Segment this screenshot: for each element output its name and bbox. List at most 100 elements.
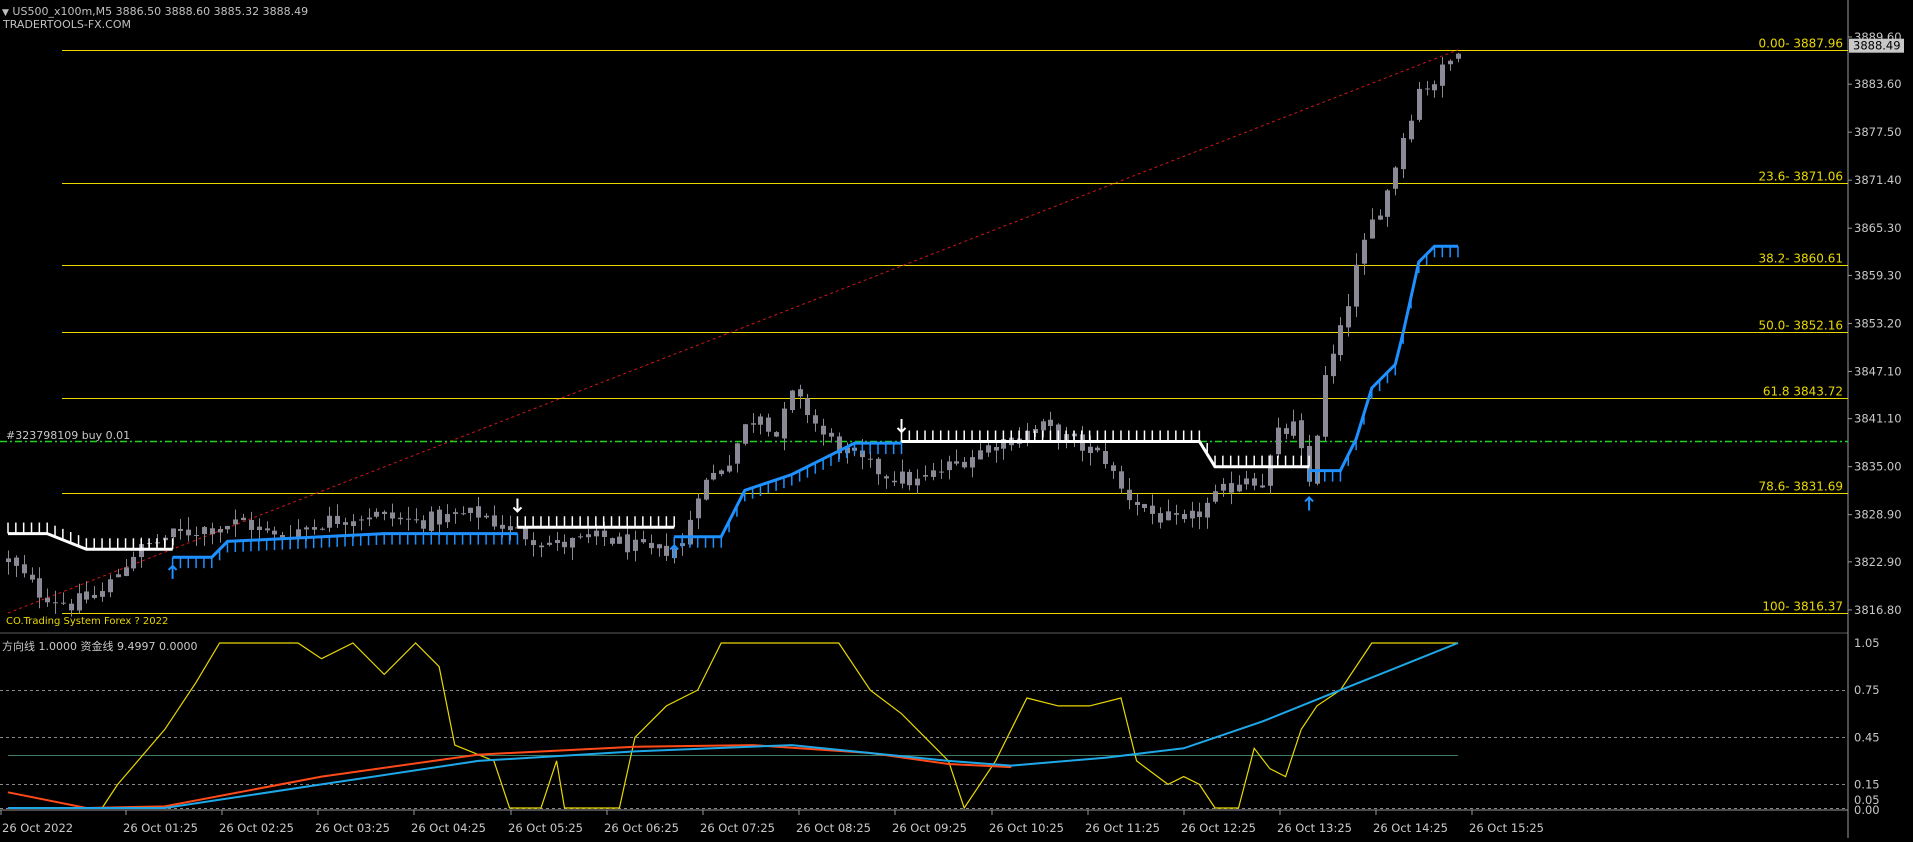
- price-tick-label: 3853.20: [1854, 316, 1902, 330]
- candle-body: [367, 517, 372, 520]
- candle-body: [1111, 465, 1116, 471]
- price-tick-label: 3841.10: [1854, 412, 1902, 426]
- candle-body: [272, 530, 277, 535]
- candle-body: [1401, 138, 1406, 170]
- candle-body: [1440, 64, 1445, 86]
- collapse-triangle-icon[interactable]: ▼: [2, 8, 9, 18]
- candle-body: [555, 540, 560, 544]
- candle-body: [892, 480, 897, 483]
- candle-body: [1276, 427, 1281, 455]
- candle-body: [798, 389, 803, 397]
- candle-body: [664, 545, 669, 556]
- candle-body: [241, 517, 246, 521]
- candle-body: [751, 423, 756, 425]
- candle-body: [1197, 511, 1202, 518]
- candle-body: [116, 574, 121, 578]
- candle-body: [312, 527, 317, 530]
- candle-body: [1237, 484, 1242, 492]
- candle-body: [900, 471, 905, 484]
- candle-body: [1362, 239, 1367, 264]
- price-tick-label: 3835.00: [1854, 460, 1902, 474]
- candle-body: [978, 450, 983, 460]
- candle-body: [414, 519, 419, 521]
- candle-body: [84, 591, 89, 600]
- candle-body: [562, 541, 567, 548]
- time-tick-label: 26 Oct 10:25: [989, 821, 1064, 835]
- candle-body: [1103, 451, 1108, 465]
- candle-body: [280, 535, 285, 538]
- time-tick-label: 26 Oct 03:25: [315, 821, 390, 835]
- candle-body: [931, 470, 936, 477]
- candle-body: [884, 476, 889, 479]
- candle-body: [813, 415, 818, 424]
- time-tick-label: 26 Oct 05:25: [508, 821, 583, 835]
- candle-body: [500, 524, 505, 529]
- candle-body: [523, 528, 528, 540]
- candle-body: [719, 470, 724, 475]
- candle-body: [1119, 471, 1124, 489]
- price-tick-label: 3871.40: [1854, 173, 1902, 187]
- candle-body: [1048, 419, 1053, 427]
- price-tick-label: 3828.90: [1854, 508, 1902, 522]
- candle-body: [468, 507, 473, 513]
- candle-body: [641, 539, 646, 543]
- price-tick-label: 3859.30: [1854, 268, 1902, 282]
- candle-body: [210, 528, 215, 535]
- candle-body: [939, 471, 944, 473]
- candle-body: [1229, 483, 1234, 493]
- candle-body: [735, 443, 740, 464]
- candle-body: [476, 506, 481, 518]
- candle-body: [539, 545, 544, 548]
- time-tick-label: 26 Oct 06:25: [604, 821, 679, 835]
- symbol-header: ▼ US500_x100m,M5 3886.50 3888.60 3885.32…: [2, 5, 308, 18]
- candle-body: [343, 522, 348, 525]
- candle-body: [1456, 53, 1461, 59]
- order-label[interactable]: #323798109 buy 0.01: [6, 429, 130, 442]
- time-tick-label: 26 Oct 15:25: [1469, 821, 1544, 835]
- candle-body: [171, 528, 176, 538]
- candle-body: [265, 528, 270, 531]
- candle-body: [1378, 215, 1383, 220]
- candle-body: [14, 557, 19, 566]
- candle-body: [1142, 504, 1147, 508]
- candle-body: [429, 511, 434, 531]
- candle-body: [92, 594, 97, 598]
- time-tick-label: 26 Oct 01:25: [123, 821, 198, 835]
- candle-body: [1221, 483, 1226, 491]
- candle-body: [461, 513, 466, 515]
- candle-body: [131, 556, 136, 569]
- candle-body: [1393, 167, 1398, 189]
- candle-body: [1299, 420, 1304, 449]
- candle-body: [1135, 501, 1140, 506]
- candle-body: [335, 515, 340, 525]
- candle-body: [1174, 513, 1179, 515]
- candle-body: [351, 521, 356, 527]
- candle-body: [1448, 60, 1453, 65]
- candle-body: [774, 432, 779, 437]
- candle-body: [257, 526, 262, 531]
- indicator-label: 方向线 1.0000 资金线 9.4997 0.0000: [2, 640, 198, 653]
- candle-body: [445, 514, 450, 523]
- candle-body: [570, 537, 575, 548]
- candle-body: [108, 579, 113, 593]
- candle-body: [704, 479, 709, 500]
- candle-body: [727, 465, 732, 472]
- candle-body: [1323, 375, 1328, 437]
- chart-window[interactable]: 3889.60 3883.60 3877.50 3871.40 3865.30 3859.…: [0, 0, 1913, 838]
- candle-body: [382, 511, 387, 515]
- price-tick-label: 3816.80: [1854, 603, 1902, 617]
- candle-body: [923, 475, 928, 477]
- candle-body: [374, 511, 379, 517]
- candle-body: [1291, 421, 1296, 436]
- price-chart-svg[interactable]: 3889.603883.603877.503871.403865.303859.…: [0, 0, 1913, 838]
- candle-body: [602, 530, 607, 537]
- candle-body: [69, 603, 74, 611]
- candle-body: [1425, 88, 1430, 90]
- candle-body: [970, 457, 975, 468]
- candle-body: [178, 528, 183, 531]
- candle-body: [484, 515, 489, 518]
- time-tick-label: 26 Oct 2022: [2, 821, 73, 835]
- fib-level-label: 0.00- 3887.96: [1759, 37, 1844, 51]
- candle-body: [186, 529, 191, 536]
- candle-body: [1252, 478, 1257, 486]
